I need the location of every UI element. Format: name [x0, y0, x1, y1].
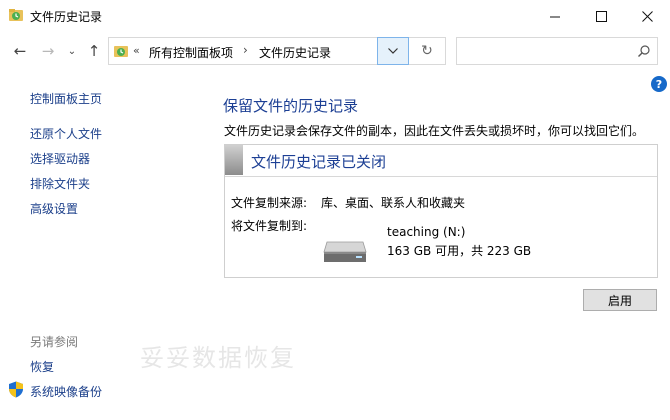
status-title: 文件历史记录已关闭	[251, 153, 387, 171]
close-icon	[641, 10, 653, 22]
shield-icon	[9, 381, 23, 398]
arrow-left-icon: ←	[13, 42, 27, 60]
see-also-system-image-backup-link[interactable]: 系统映像备份	[30, 383, 102, 400]
hard-drive-icon	[323, 241, 367, 262]
page-description: 文件历史记录会保存文件的副本，因此在文件丢失或损坏时，你可以找回它们。	[224, 124, 645, 138]
see-also-heading: 另请参阅	[30, 335, 79, 349]
page-title: 保留文件的历史记录	[223, 97, 359, 115]
source-label: 文件复制来源:	[231, 196, 308, 210]
minimize-icon	[549, 16, 560, 17]
chevron-down-icon	[388, 48, 398, 54]
sidebar-item-advanced-settings[interactable]: 高级设置	[30, 200, 78, 217]
search-icon	[638, 45, 650, 57]
see-also-recovery-link[interactable]: 恢复	[30, 358, 54, 375]
maximize-icon	[595, 10, 607, 22]
breadcrumb-file-history[interactable]: 文件历史记录	[259, 44, 331, 61]
minimize-button[interactable]	[532, 0, 578, 32]
up-button[interactable]: ↑	[84, 41, 104, 61]
help-icon: ?	[655, 77, 663, 91]
drive-name: teaching (N:)	[387, 225, 466, 239]
breadcrumb-separator-icon[interactable]: ›	[243, 43, 248, 57]
status-header: 文件历史记录已关闭	[225, 145, 657, 177]
close-button[interactable]	[624, 0, 670, 32]
search-input[interactable]	[456, 37, 658, 65]
arrow-up-icon: ↑	[87, 42, 101, 60]
address-dropdown-button[interactable]	[377, 37, 409, 65]
sidebar-item-restore-files[interactable]: 还原个人文件	[30, 125, 102, 142]
overflow-chevron-icon[interactable]: «	[133, 44, 140, 57]
destination-label: 将文件复制到:	[231, 219, 308, 233]
window-title: 文件历史记录	[30, 10, 103, 24]
maximize-button[interactable]	[578, 0, 624, 32]
recent-locations-button[interactable]: ⌄	[62, 41, 82, 61]
breadcrumb-control-panel[interactable]: 所有控制面板项	[149, 44, 233, 61]
status-panel: 文件历史记录已关闭 文件复制来源: 库、桌面、联系人和收藏夹 将文件复制到: t…	[224, 144, 658, 278]
watermark: 妥妥数据恢复	[140, 344, 296, 372]
sidebar-item-exclude-folders[interactable]: 排除文件夹	[30, 175, 90, 192]
drive-space: 163 GB 可用，共 223 GB	[387, 244, 532, 258]
forward-button[interactable]: →	[38, 41, 58, 61]
refresh-icon: ↻	[421, 43, 433, 59]
chevron-down-icon: ⌄	[67, 45, 77, 57]
back-button[interactable]: ←	[10, 41, 30, 61]
source-value: 库、桌面、联系人和收藏夹	[321, 196, 466, 210]
arrow-right-icon: →	[41, 42, 55, 60]
title-bar: 文件历史记录	[0, 0, 670, 32]
file-history-app-icon	[9, 9, 23, 21]
sidebar-home-link[interactable]: 控制面板主页	[30, 90, 102, 107]
control-panel-icon	[114, 46, 128, 57]
sidebar-item-select-drive[interactable]: 选择驱动器	[30, 150, 90, 167]
help-button[interactable]: ?	[651, 76, 667, 92]
status-indicator-bar	[225, 145, 243, 175]
enable-button[interactable]: 启用	[583, 289, 657, 311]
refresh-button[interactable]: ↻	[415, 40, 439, 62]
address-bar[interactable]: « 所有控制面板项 › 文件历史记录 ↻	[108, 37, 446, 65]
